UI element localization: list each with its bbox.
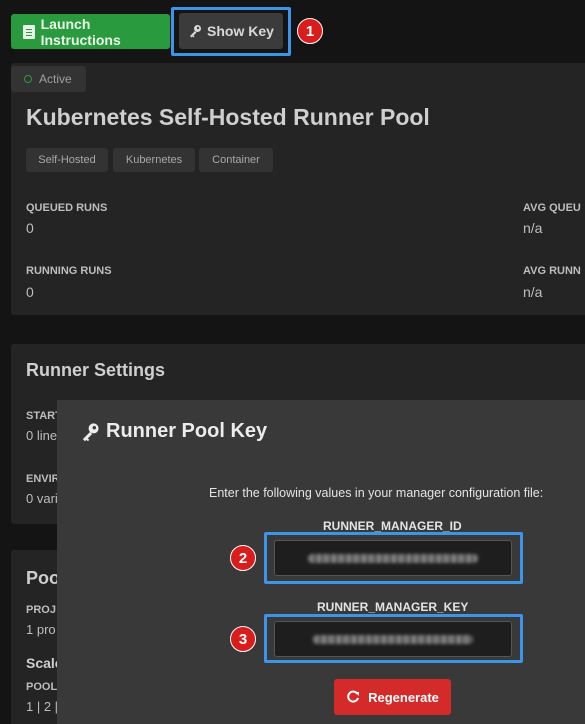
projects-label: PROJ: [26, 604, 56, 616]
document-icon: [23, 24, 35, 39]
pool-label: POOL: [26, 681, 58, 693]
show-key-label: Show Key: [207, 23, 274, 39]
launch-instructions-button[interactable]: Launch Instructions: [11, 14, 170, 49]
runner-manager-id-field[interactable]: [274, 540, 512, 576]
runner-pool-summary-panel: [11, 63, 585, 315]
runner-settings-title: Runner Settings: [26, 360, 166, 380]
stat-label-running-runs: RUNNING RUNS: [26, 265, 112, 277]
env-label: ENVIR: [26, 473, 60, 485]
show-key-button[interactable]: Show Key: [179, 13, 283, 49]
pool-value: 1 | 2 |: [26, 699, 59, 714]
refresh-icon: [347, 690, 360, 703]
status-label: Active: [39, 72, 72, 86]
tag-kubernetes: Kubernetes: [113, 148, 195, 172]
stat-value-queued-runs: 0: [26, 220, 34, 236]
stat-label-queued-runs: QUEUED RUNS: [26, 202, 108, 214]
redacted-value: [313, 634, 473, 644]
stat-value-avg-queue: n/a: [523, 220, 543, 236]
page-title: Kubernetes Self-Hosted Runner Pool: [26, 104, 430, 130]
runner-manager-key-field[interactable]: [274, 621, 512, 657]
projects-value: 1 pro: [26, 622, 56, 637]
tag-container: Container: [199, 148, 273, 172]
key-icon: [190, 25, 202, 38]
runner-manager-id-label: RUNNER_MANAGER_ID: [323, 519, 462, 533]
stat-label-avg-queue: AVG QUEU: [523, 202, 581, 214]
modal-title-label: Runner Pool Key: [106, 420, 268, 442]
modal-title: Runner Pool Key: [80, 420, 267, 443]
modal-instructions: Enter the following values in your manag…: [209, 486, 544, 500]
key-icon: [82, 422, 99, 441]
stat-label-avg-running: AVG RUNN: [523, 265, 581, 277]
env-value: 0 vari: [26, 491, 58, 506]
step-marker-2: 2: [230, 545, 256, 571]
start-value: 0 line: [26, 428, 58, 443]
status-badge: Active: [11, 66, 86, 92]
step-marker-1: 1: [297, 18, 323, 44]
pool-section-title: Poo: [26, 568, 60, 588]
status-dot-icon: [24, 75, 32, 83]
stat-value-avg-running: n/a: [523, 284, 543, 300]
stat-value-running-runs: 0: [26, 284, 34, 300]
step-marker-3: 3: [230, 626, 256, 652]
regenerate-label: Regenerate: [368, 689, 439, 705]
runner-manager-key-label: RUNNER_MANAGER_KEY: [317, 600, 469, 614]
launch-instructions-label: Launch Instructions: [40, 15, 121, 48]
tag-self-hosted: Self-Hosted: [26, 148, 108, 172]
redacted-value: [308, 553, 478, 563]
regenerate-button[interactable]: Regenerate: [334, 679, 451, 715]
